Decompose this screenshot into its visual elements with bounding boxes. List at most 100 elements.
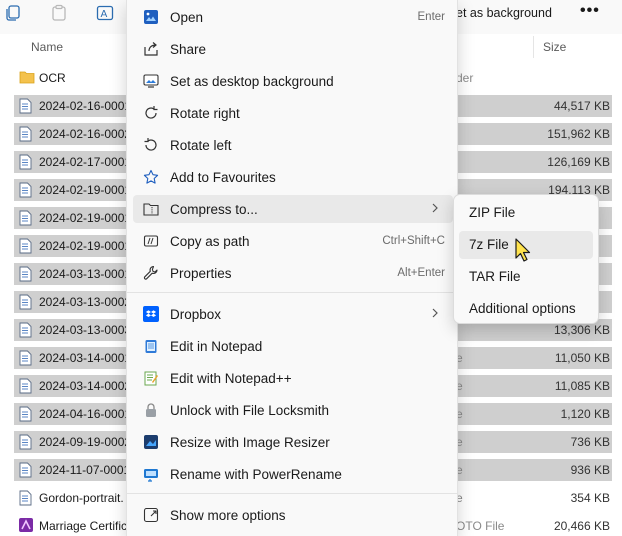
- menu-item-label: Show more options: [170, 508, 286, 523]
- file-name: 2024-02-16-0001: [39, 99, 132, 113]
- copy-path-icon: [143, 233, 159, 249]
- document-icon: [19, 210, 33, 226]
- power-rename-icon: [143, 466, 159, 482]
- wrench-icon: [143, 265, 159, 281]
- image-resizer-icon: [143, 434, 159, 450]
- file-size: 11,085 KB: [554, 379, 610, 393]
- document-icon: [19, 406, 33, 422]
- file-size: 44,517 KB: [553, 99, 610, 113]
- file-name: Marriage Certific: [39, 519, 128, 533]
- chevron-right-icon: [429, 201, 441, 215]
- menu-item-dropbox[interactable]: Dropbox: [133, 300, 453, 328]
- document-icon: [19, 378, 33, 394]
- file-name: OCR: [39, 71, 66, 85]
- menu-item-rename-with-powerrename[interactable]: Rename with PowerRename: [133, 460, 453, 488]
- set-as-background-button[interactable]: et as background: [456, 6, 552, 20]
- menu-item-edit-with-notepad[interactable]: Edit with Notepad++: [133, 364, 453, 392]
- column-divider[interactable]: [533, 36, 534, 58]
- menu-item-unlock-with-file-locksmith[interactable]: Unlock with File Locksmith: [133, 396, 453, 424]
- file-name: 2024-11-07-0001: [39, 463, 131, 477]
- file-size: 736 KB: [570, 435, 610, 449]
- notepad-icon: [143, 338, 159, 354]
- file-name: 2024-02-19-0001: [39, 211, 132, 225]
- rotate-right-icon: [143, 105, 159, 121]
- share-icon: [143, 41, 159, 57]
- file-type: der: [456, 71, 474, 85]
- file-size: 1,120 KB: [560, 407, 610, 421]
- mouse-pointer-icon: [515, 238, 531, 262]
- zip-folder-icon: [143, 201, 159, 217]
- submenu-item-label: Additional options: [469, 301, 576, 316]
- column-header-size[interactable]: Size: [543, 40, 566, 54]
- file-name: 2024-02-19-0001: [39, 239, 132, 253]
- submenu-item-label: 7z File: [469, 237, 509, 252]
- submenu-item-tar-file[interactable]: TAR File: [459, 263, 593, 291]
- file-name: 2024-03-14-0001: [39, 351, 132, 365]
- menu-item-label: Rotate right: [170, 106, 240, 121]
- file-type: OTO File: [456, 519, 505, 533]
- menu-item-label: Unlock with File Locksmith: [170, 403, 330, 418]
- desktop-background-icon: [143, 73, 159, 89]
- notepad-plus-plus-icon: [143, 370, 159, 386]
- document-icon: [19, 182, 33, 198]
- file-name: 2024-02-16-0002: [39, 127, 132, 141]
- submenu-item-zip-file[interactable]: ZIP File: [459, 199, 593, 227]
- rotate-left-icon: [143, 137, 159, 153]
- menu-item-open[interactable]: Open Enter: [133, 3, 453, 31]
- menu-item-rotate-right[interactable]: Rotate right: [133, 99, 453, 127]
- menu-item-edit-in-notepad[interactable]: Edit in Notepad: [133, 332, 453, 360]
- document-icon: [19, 266, 33, 282]
- star-icon: [143, 169, 159, 185]
- menu-item-copy-as-path[interactable]: Copy as path Ctrl+Shift+C: [133, 227, 453, 255]
- document-icon: [19, 126, 33, 142]
- menu-item-label: Compress to...: [170, 202, 258, 217]
- menu-item-label: Share: [170, 42, 207, 57]
- file-size: 13,306 KB: [553, 323, 610, 337]
- menu-item-resize-with-image-resizer[interactable]: Resize with Image Resizer: [133, 428, 453, 456]
- submenu-item-label: TAR File: [469, 269, 521, 284]
- menu-item-properties[interactable]: Properties Alt+Enter: [133, 259, 453, 287]
- menu-item-label: Rotate left: [170, 138, 232, 153]
- document-icon: [19, 238, 33, 254]
- document-icon: [19, 490, 33, 506]
- rename-icon[interactable]: A: [96, 4, 118, 24]
- menu-item-show-more-options[interactable]: Show more options: [133, 501, 453, 529]
- menu-item-label: Edit in Notepad: [170, 339, 263, 354]
- show-more-icon: [143, 507, 159, 523]
- context-menu: Open Enter Share Set as desktop background R…: [126, 0, 458, 536]
- dropbox-icon: [143, 306, 159, 322]
- svg-text:A: A: [101, 9, 108, 20]
- menu-item-label: Set as desktop background: [170, 74, 334, 89]
- menu-item-add-to-favourites[interactable]: Add to Favourites: [133, 163, 453, 191]
- menu-item-set-as-desktop-background[interactable]: Set as desktop background: [133, 67, 453, 95]
- file-size: 11,050 KB: [554, 351, 610, 365]
- menu-item-rotate-left[interactable]: Rotate left: [133, 131, 453, 159]
- menu-item-label: Dropbox: [170, 307, 222, 322]
- menu-item-shortcut: Enter: [417, 11, 446, 23]
- menu-item-label: Add to Favourites: [170, 170, 276, 185]
- menu-item-label: Properties: [170, 266, 232, 281]
- document-icon: [19, 322, 33, 338]
- submenu-item-label: ZIP File: [469, 205, 516, 220]
- file-size: 151,962 KB: [547, 127, 610, 141]
- menu-separator: [127, 493, 457, 494]
- menu-item-shortcut: Alt+Enter: [397, 267, 445, 279]
- submenu-item-additional-options[interactable]: Additional options: [459, 295, 593, 323]
- menu-item-compress-to[interactable]: Compress to...: [133, 195, 453, 223]
- document-icon: [19, 294, 33, 310]
- document-icon: [19, 154, 33, 170]
- file-name: 2024-03-13-0001: [39, 267, 132, 281]
- file-name: 2024-03-13-0003: [39, 323, 132, 337]
- file-name: 2024-09-19-0002: [39, 435, 132, 449]
- menu-item-label: Edit with Notepad++: [170, 371, 292, 386]
- menu-item-label: Resize with Image Resizer: [170, 435, 330, 450]
- menu-item-shortcut: Ctrl+Shift+C: [382, 235, 445, 247]
- file-size: 20,466 KB: [553, 519, 610, 533]
- column-header-name[interactable]: Name: [31, 40, 63, 54]
- document-icon: [19, 434, 33, 450]
- menu-item-share[interactable]: Share: [133, 35, 453, 63]
- more-options-icon[interactable]: •••: [580, 2, 600, 20]
- paste-icon[interactable]: [50, 4, 72, 24]
- file-name: 2024-04-16-0001: [39, 407, 132, 421]
- copy-icon[interactable]: [4, 4, 26, 24]
